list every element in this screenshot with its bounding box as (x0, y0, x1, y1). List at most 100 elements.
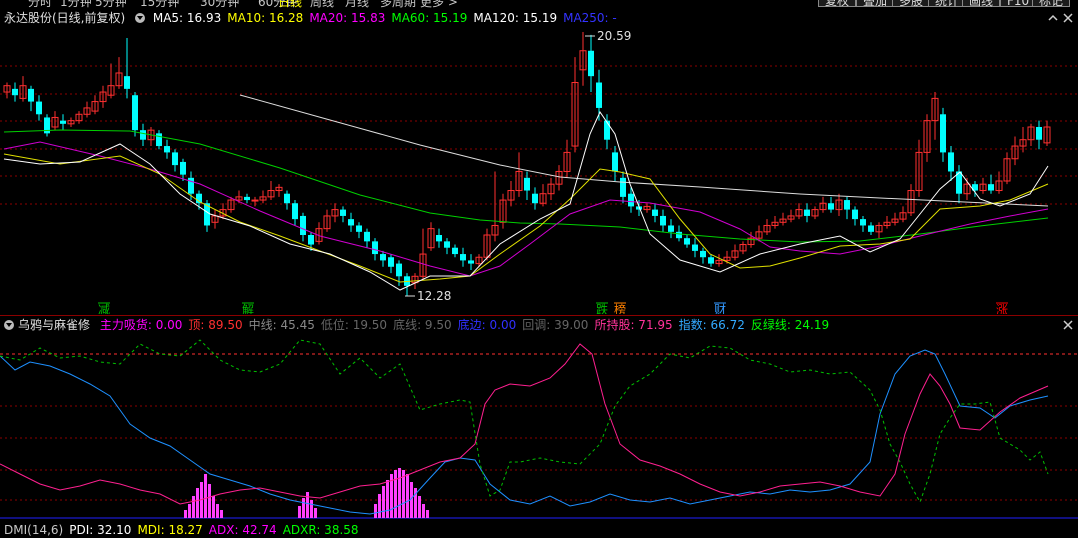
period-tab[interactable]: 月线 (345, 0, 369, 8)
indicator-title: 乌鸦与麻雀修 (18, 318, 91, 332)
reverse-green-line (0, 339, 1049, 504)
accumulation-bar (302, 498, 305, 518)
indicator-value: 指数: 66.72 (678, 318, 745, 332)
ma20-line (3, 141, 1049, 277)
holding-line (0, 343, 1049, 505)
accumulation-bar (208, 484, 211, 518)
indicator-close-icon[interactable] (1063, 320, 1073, 330)
candle-body (132, 95, 138, 131)
toolbar-button[interactable]: 复权 (818, 0, 857, 7)
accumulation-bar (216, 504, 219, 518)
candle-body (436, 235, 442, 242)
dmi-value: MDI: 18.27 (137, 523, 203, 537)
candle-body (396, 263, 402, 277)
period-toolbar: 分时 1分钟 5分钟 15分钟 30分钟 60分钟 日线 周线 月线 多周期 更多 > 复权 叠加 多股统… (0, 0, 1078, 8)
candle-body (380, 254, 386, 261)
event-marker: 减 (98, 303, 110, 314)
period-tab[interactable]: 日线 (278, 0, 302, 8)
candle-body (852, 209, 858, 220)
toolbar-button[interactable]: 标记 (1032, 0, 1071, 7)
indicator-header: 乌鸦与麻雀修 主力吸货: 0.00 顶: 89.50 中线: 45.45 低位: 19… (4, 317, 835, 333)
event-marker: 财 (714, 303, 726, 314)
indicator-value: 反绿线: 24.19 (750, 318, 830, 332)
panel-divider (0, 315, 1078, 316)
candle-body (612, 152, 618, 172)
candle-body (180, 161, 186, 175)
accumulation-bar (184, 510, 187, 518)
candle-body (828, 203, 834, 210)
candle-body (284, 193, 290, 204)
indicator-value: 顶: 89.50 (188, 318, 243, 332)
dmi-value: PDI: 32.10 (69, 523, 132, 537)
candle-body (60, 120, 66, 124)
event-marker: 涨 (996, 302, 1008, 314)
candle-body (444, 241, 450, 248)
candle-body (524, 177, 530, 191)
period-tab[interactable]: 更多 > (420, 0, 458, 8)
candle-body (868, 225, 874, 232)
candle-body (308, 235, 314, 245)
indicator-settings-icon[interactable] (4, 320, 14, 330)
candle-body (340, 209, 346, 216)
candle-body (660, 215, 666, 226)
event-marker: 榜 (614, 302, 626, 314)
candle-body (700, 250, 706, 258)
accumulation-bar (378, 494, 381, 518)
period-tab[interactable]: 15分钟 (140, 0, 179, 8)
period-tab[interactable]: 多周期 (380, 0, 416, 8)
toolbar-button[interactable]: 画线 (962, 0, 1001, 7)
accumulation-bar (212, 496, 215, 518)
candle-body (628, 193, 634, 207)
toolbar-button[interactable]: F10 (1000, 0, 1037, 7)
indicator-value: 底边: 0.00 (457, 318, 517, 332)
candle-body (652, 209, 658, 216)
candle-body (692, 244, 698, 251)
indicator-value: 主力吸货: 0.00 (99, 318, 183, 332)
indicator-value: 底线: 9.50 (393, 318, 452, 332)
accumulation-bar (374, 504, 377, 518)
accumulation-bar (394, 470, 397, 518)
candle-body (684, 238, 690, 245)
candle-body (244, 196, 250, 201)
candle-body (12, 88, 18, 96)
candle-body (620, 177, 626, 197)
period-tab[interactable]: 5分钟 (95, 0, 127, 8)
candle-body (532, 193, 538, 204)
accumulation-bar (386, 480, 389, 518)
accumulation-bar (422, 504, 425, 518)
event-marker: 跌 (596, 302, 608, 314)
toolbar-button[interactable]: 统计 (928, 0, 967, 7)
candle-body (251, 199, 259, 202)
dmi-value: DMI(14,6) (4, 523, 64, 537)
accumulation-bar (398, 468, 401, 518)
toolbar-button[interactable]: 叠加 (856, 0, 895, 7)
accumulation-bar (196, 488, 199, 518)
indicator-value: 低位: 19.50 (320, 318, 388, 332)
period-tab[interactable]: 分时 (28, 0, 52, 8)
indicator-value: 回调: 39.00 (522, 318, 589, 332)
candle-body (292, 203, 298, 220)
candle-body (364, 231, 370, 242)
period-tab[interactable]: 1分钟 (60, 0, 92, 8)
candle-body (468, 260, 474, 264)
period-tab[interactable]: 30分钟 (200, 0, 239, 8)
indicator-chart[interactable] (0, 334, 1078, 522)
candle-body (596, 82, 602, 108)
dmi-value: ADX: 42.74 (208, 523, 277, 537)
dmi-value: ADXR: 38.58 (282, 523, 359, 537)
accumulation-bar (310, 500, 313, 518)
accumulation-bar (192, 496, 195, 518)
low-price-label: 12.28 (417, 289, 451, 303)
candle-body (676, 231, 682, 239)
high-price-label: 20.59 (597, 29, 631, 43)
candle-body (988, 184, 994, 191)
period-tab[interactable]: 周线 (310, 0, 334, 8)
accumulation-bar (188, 504, 191, 518)
candle-body (460, 254, 466, 261)
candle-body (28, 88, 34, 102)
candle-body (452, 247, 458, 255)
toolbar-button[interactable]: 多股 (892, 0, 931, 7)
candle-body (348, 219, 354, 226)
candlestick-chart[interactable]: 20.59 12.28 减 解 跌榜 财 涨 (0, 14, 1078, 314)
candle-body (588, 50, 594, 77)
